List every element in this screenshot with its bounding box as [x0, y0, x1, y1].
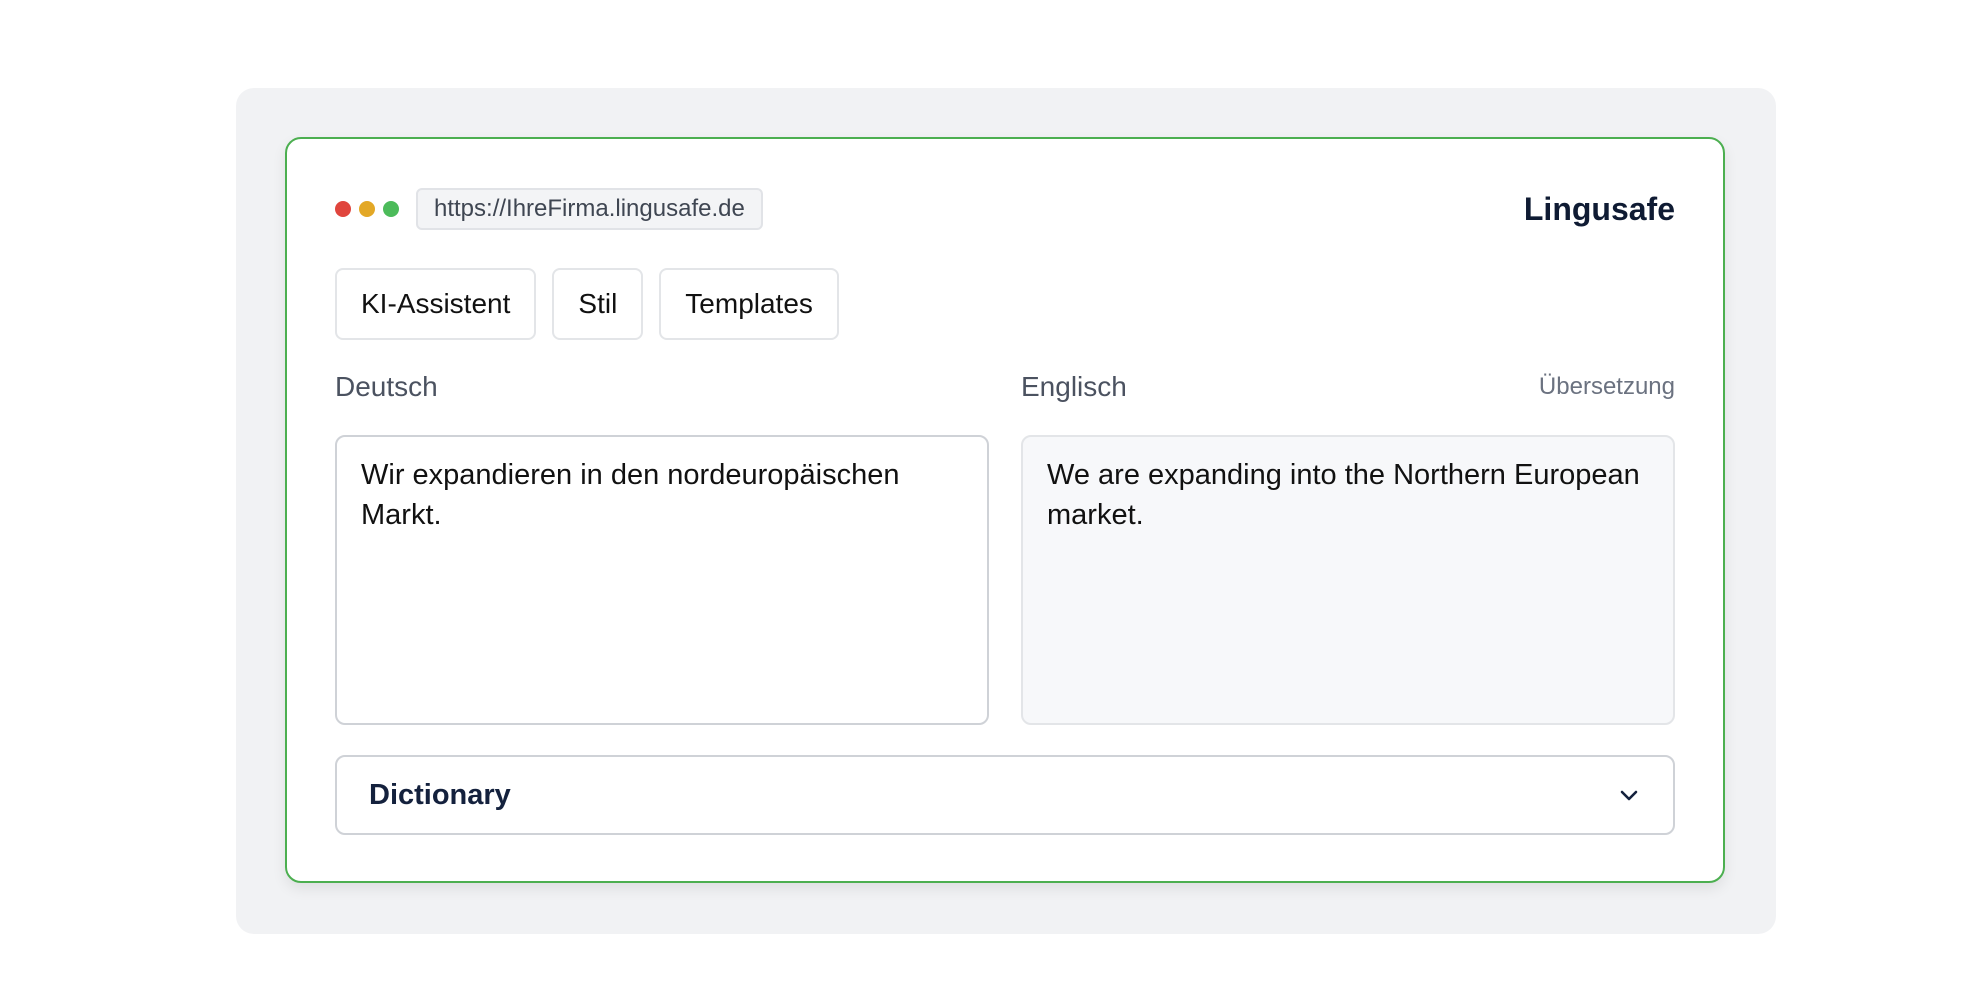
app-window: https://IhreFirma.lingusafe.de Lingusafe… [285, 137, 1725, 883]
source-language-label: Deutsch [335, 371, 438, 402]
target-column: Englisch Übersetzung We are expanding in… [1021, 365, 1675, 725]
close-dot-icon[interactable] [335, 201, 351, 217]
url-bar[interactable]: https://IhreFirma.lingusafe.de [416, 188, 763, 230]
templates-button[interactable]: Templates [659, 268, 839, 340]
target-text-output: We are expanding into the Northern Europ… [1021, 435, 1675, 725]
source-text-input[interactable]: Wir expandieren in den nordeuropäischen … [335, 435, 989, 725]
dictionary-title: Dictionary [369, 778, 511, 811]
chevron-down-icon[interactable] [1615, 781, 1643, 809]
source-column: Deutsch Wir expandieren in den nordeurop… [335, 365, 989, 725]
ki-assistent-button[interactable]: KI-Assistent [335, 268, 537, 340]
minimize-dot-icon[interactable] [359, 201, 375, 217]
maximize-dot-icon[interactable] [383, 201, 399, 217]
toolbar: KI-Assistent Stil Templates [335, 268, 839, 340]
translation-note: Übersetzung [1538, 373, 1675, 400]
stil-button[interactable]: Stil [552, 268, 644, 340]
target-header: Englisch Übersetzung [1021, 365, 1675, 409]
brand-logo-text: Lingusafe [1523, 190, 1675, 227]
traffic-lights [335, 201, 399, 217]
page: https://IhreFirma.lingusafe.de Lingusafe… [0, 0, 1984, 984]
window-topbar: https://IhreFirma.lingusafe.de Lingusafe [335, 187, 1675, 231]
target-language-label: Englisch [1021, 371, 1127, 402]
source-header: Deutsch [335, 365, 989, 409]
dictionary-accordion[interactable]: Dictionary [335, 755, 1675, 835]
